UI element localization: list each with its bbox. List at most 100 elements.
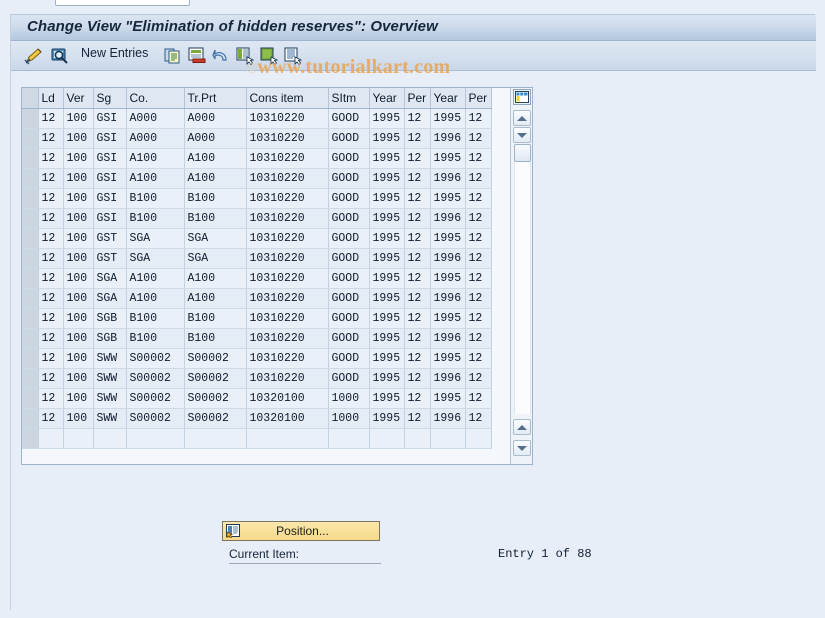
position-button[interactable]: Position...	[222, 521, 380, 541]
row-select-cell[interactable]	[22, 168, 39, 189]
table-cell-ld[interactable]: 12	[38, 228, 64, 249]
column-header-trprt[interactable]: Tr.Prt	[184, 88, 247, 109]
table-cell-ver[interactable]: 100	[63, 308, 94, 329]
table-cell-per2[interactable]: 12	[465, 168, 492, 189]
column-header-year-to[interactable]: Year	[430, 88, 466, 109]
table-cell-trprt[interactable]: A100	[184, 148, 247, 169]
column-header-ver[interactable]: Ver	[63, 88, 94, 109]
table-cell-per1[interactable]: 12	[404, 328, 431, 349]
table-row[interactable]: 12 100 SGA A100 A100 10310220 GOOD 1995 12 1995 12	[22, 268, 492, 289]
table-cell-ld[interactable]: 12	[38, 168, 64, 189]
table-cell-ver[interactable]: 100	[63, 368, 94, 389]
table-cell-sg[interactable]: GSI	[93, 208, 127, 229]
table-cell-cons[interactable]: 10310220	[246, 168, 329, 189]
table-cell-sitm[interactable]: GOOD	[328, 188, 370, 209]
table-cell-year1[interactable]: 1995	[369, 148, 405, 169]
row-select-cell[interactable]	[22, 188, 39, 209]
table-cell-ver[interactable]	[63, 428, 94, 449]
check-entries-icon[interactable]	[49, 45, 71, 67]
table-cell-sg[interactable]: SWW	[93, 368, 127, 389]
table-cell-year1[interactable]	[369, 428, 405, 449]
table-cell-sg[interactable]: GSI	[93, 188, 127, 209]
table-cell-ld[interactable]: 12	[38, 188, 64, 209]
table-cell-co[interactable]: B100	[126, 308, 185, 329]
table-cell-sitm[interactable]: 1000	[328, 408, 370, 429]
table-cell-co[interactable]: SGA	[126, 228, 185, 249]
table-cell-cons[interactable]: 10310220	[246, 268, 329, 289]
table-cell-year2[interactable]: 1995	[430, 308, 466, 329]
scrollbar-track[interactable]	[514, 162, 531, 414]
table-row[interactable]: 12 100 GSI B100 B100 10310220 GOOD 1995 12 1995 12	[22, 188, 492, 209]
table-cell-year2[interactable]: 1995	[430, 388, 466, 409]
row-select-cell[interactable]	[22, 228, 39, 249]
table-cell-sg[interactable]: SGA	[93, 268, 127, 289]
table-cell-trprt[interactable]: SGA	[184, 248, 247, 269]
table-cell-sitm[interactable]: GOOD	[328, 248, 370, 269]
table-cell-sitm[interactable]: GOOD	[328, 368, 370, 389]
table-cell-ld[interactable]: 12	[38, 268, 64, 289]
table-cell-year1[interactable]: 1995	[369, 368, 405, 389]
table-cell-trprt[interactable]: A100	[184, 268, 247, 289]
table-cell-per2[interactable]: 12	[465, 368, 492, 389]
row-select-cell[interactable]	[22, 148, 39, 169]
table-cell-ver[interactable]: 100	[63, 168, 94, 189]
table-row[interactable]: 12 100 SWW S00002 S00002 10320100 1000 1995 12 19…	[22, 388, 492, 409]
table-cell-per2[interactable]: 12	[465, 388, 492, 409]
table-cell-year1[interactable]: 1995	[369, 388, 405, 409]
table-cell-year2[interactable]: 1995	[430, 348, 466, 369]
table-cell-year1[interactable]: 1995	[369, 168, 405, 189]
table-cell-cons[interactable]: 10310220	[246, 188, 329, 209]
table-cell-sg[interactable]: GSI	[93, 168, 127, 189]
table-cell-sg[interactable]: SGA	[93, 288, 127, 309]
table-cell-per1[interactable]: 12	[404, 168, 431, 189]
row-select-cell[interactable]	[22, 428, 39, 449]
table-cell-year1[interactable]: 1995	[369, 288, 405, 309]
table-cell-ld[interactable]: 12	[38, 248, 64, 269]
table-cell-per2[interactable]: 12	[465, 148, 492, 169]
delete-icon[interactable]	[187, 45, 207, 67]
select-all-column-header[interactable]	[22, 88, 39, 109]
table-cell-per2[interactable]: 12	[465, 128, 492, 149]
column-header-ld[interactable]: Ld	[38, 88, 64, 109]
table-row[interactable]: 12 100 GST SGA SGA 10310220 GOOD 1995 12 1996 12	[22, 248, 492, 269]
table-cell-ld[interactable]	[38, 428, 64, 449]
display-change-icon[interactable]	[23, 45, 45, 67]
column-header-cons-item[interactable]: Cons item	[246, 88, 329, 109]
table-cell-ld[interactable]: 12	[38, 408, 64, 429]
table-cell-per1[interactable]: 12	[404, 408, 431, 429]
table-cell-year2[interactable]: 1996	[430, 128, 466, 149]
table-cell-per2[interactable]: 12	[465, 268, 492, 289]
table-cell-year2[interactable]: 1995	[430, 268, 466, 289]
table-cell-year2[interactable]: 1995	[430, 228, 466, 249]
table-cell-per2[interactable]: 12	[465, 408, 492, 429]
column-header-per-to[interactable]: Per	[465, 88, 492, 109]
table-cell-trprt[interactable]	[184, 428, 247, 449]
table-cell-year2[interactable]: 1996	[430, 328, 466, 349]
table-cell-trprt[interactable]: B100	[184, 208, 247, 229]
table-cell-per1[interactable]: 12	[404, 268, 431, 289]
table-cell-trprt[interactable]: B100	[184, 328, 247, 349]
table-cell-sg[interactable]: SGB	[93, 328, 127, 349]
table-cell-per2[interactable]: 12	[465, 188, 492, 209]
table-cell-trprt[interactable]: A100	[184, 168, 247, 189]
row-select-cell[interactable]	[22, 128, 39, 149]
table-cell-per1[interactable]: 12	[404, 348, 431, 369]
table-cell-year1[interactable]: 1995	[369, 108, 405, 129]
table-cell-cons[interactable]: 10310220	[246, 308, 329, 329]
table-cell-trprt[interactable]: S00002	[184, 388, 247, 409]
column-header-per-from[interactable]: Per	[404, 88, 431, 109]
table-cell-co[interactable]: SGA	[126, 248, 185, 269]
table-cell-cons[interactable]	[246, 428, 329, 449]
table-cell-sitm[interactable]: GOOD	[328, 128, 370, 149]
table-cell-year1[interactable]: 1995	[369, 208, 405, 229]
column-header-year-from[interactable]: Year	[369, 88, 405, 109]
table-row[interactable]: 12 100 GSI A100 A100 10310220 GOOD 1995 12 1996 12	[22, 168, 492, 189]
table-cell-ver[interactable]: 100	[63, 348, 94, 369]
table-cell-year1[interactable]: 1995	[369, 228, 405, 249]
table-cell-year1[interactable]: 1995	[369, 268, 405, 289]
table-cell-co[interactable]: S00002	[126, 388, 185, 409]
row-select-cell[interactable]	[22, 368, 39, 389]
table-cell-co[interactable]: B100	[126, 208, 185, 229]
table-cell-per1[interactable]: 12	[404, 228, 431, 249]
scroll-bottom-button[interactable]	[513, 440, 531, 456]
